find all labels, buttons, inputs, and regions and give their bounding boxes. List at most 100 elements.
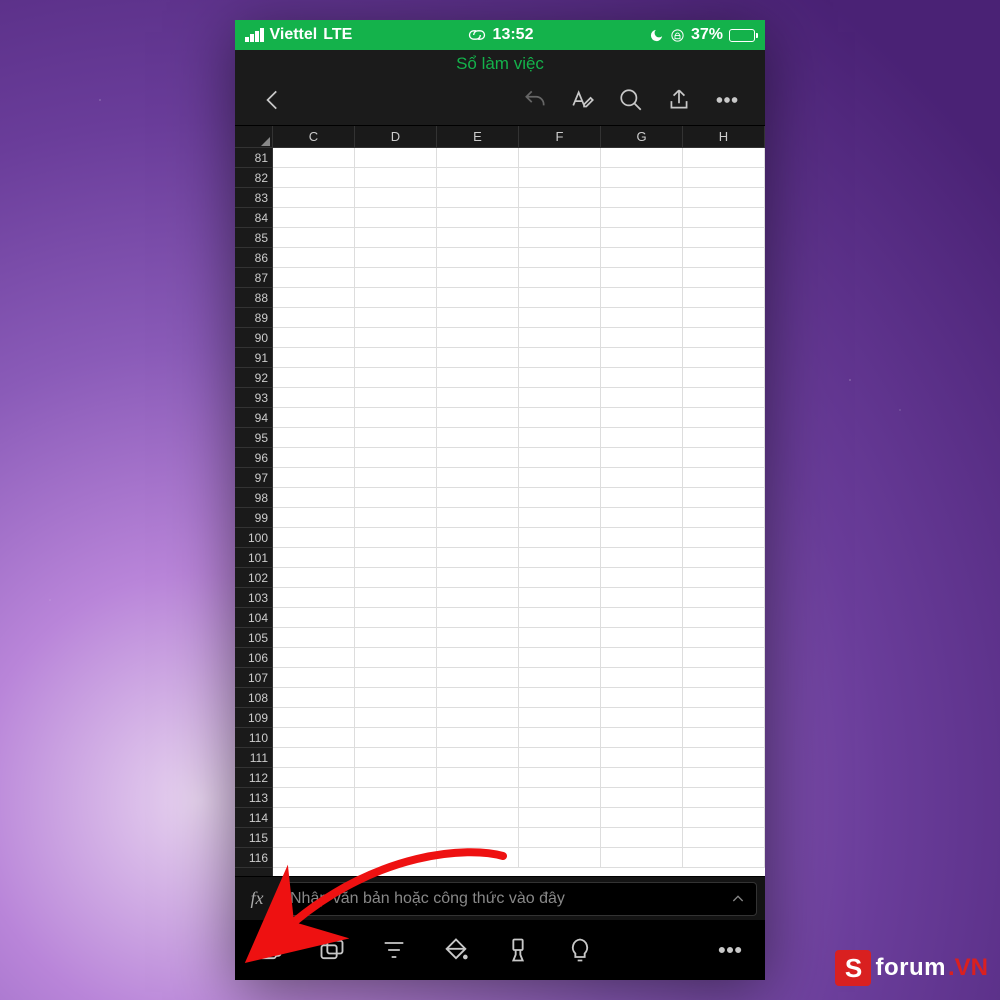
cell[interactable] [519,328,601,348]
row-header[interactable]: 101 [235,548,272,568]
cell[interactable] [355,708,437,728]
col-header-H[interactable]: H [683,126,765,148]
cell[interactable] [519,728,601,748]
cell[interactable] [355,808,437,828]
cell[interactable] [355,308,437,328]
row-header[interactable]: 83 [235,188,272,208]
cell[interactable] [683,648,765,668]
cell[interactable] [683,368,765,388]
cell[interactable] [273,148,355,168]
ideas-button[interactable] [551,926,609,974]
cell[interactable] [683,548,765,568]
cell[interactable] [601,548,683,568]
cell[interactable] [519,648,601,668]
row-header[interactable]: 82 [235,168,272,188]
cell[interactable] [519,588,601,608]
row-header[interactable]: 115 [235,828,272,848]
document-title[interactable]: Sổ làm việc [235,50,765,74]
row-header[interactable]: 116 [235,848,272,868]
share-button[interactable] [655,76,703,124]
cell[interactable] [519,448,601,468]
cell[interactable] [683,568,765,588]
cell[interactable] [601,668,683,688]
cell[interactable] [437,748,519,768]
row-header[interactable]: 107 [235,668,272,688]
cell[interactable] [437,168,519,188]
cell[interactable] [683,588,765,608]
cell[interactable] [355,828,437,848]
cell[interactable] [437,548,519,568]
cell[interactable] [273,188,355,208]
row-header[interactable]: 113 [235,788,272,808]
cell[interactable] [519,748,601,768]
row-header[interactable]: 112 [235,768,272,788]
cell[interactable] [273,688,355,708]
cell[interactable] [273,208,355,228]
cell[interactable] [437,528,519,548]
cell[interactable] [355,628,437,648]
cell[interactable] [683,248,765,268]
cell[interactable] [683,668,765,688]
col-header-F[interactable]: F [519,126,601,148]
cell[interactable] [273,808,355,828]
cell[interactable] [437,208,519,228]
cell[interactable] [355,608,437,628]
cell[interactable] [355,728,437,748]
cell[interactable] [601,608,683,628]
cell[interactable] [519,308,601,328]
cell[interactable] [683,748,765,768]
cell[interactable] [519,608,601,628]
cell[interactable] [437,828,519,848]
cell[interactable] [601,328,683,348]
row-header[interactable]: 93 [235,388,272,408]
cell[interactable] [683,228,765,248]
row-header[interactable]: 85 [235,228,272,248]
row-header[interactable]: 81 [235,148,272,168]
cell[interactable] [437,408,519,428]
cell[interactable] [437,368,519,388]
format-button[interactable] [489,926,547,974]
cell[interactable] [519,848,601,868]
cell[interactable] [273,448,355,468]
cell[interactable] [355,368,437,388]
cell[interactable] [683,508,765,528]
formula-input[interactable]: Nhập văn bản hoặc công thức vào đây [279,882,757,916]
cell[interactable] [355,768,437,788]
cell[interactable] [519,428,601,448]
cell[interactable] [273,588,355,608]
cell[interactable] [273,388,355,408]
cell[interactable] [601,248,683,268]
cell[interactable] [273,848,355,868]
cell[interactable] [437,448,519,468]
cell[interactable] [437,848,519,868]
cell[interactable] [683,168,765,188]
cell[interactable] [601,388,683,408]
cell[interactable] [601,688,683,708]
cell[interactable] [519,568,601,588]
cell[interactable] [273,528,355,548]
cell[interactable] [601,188,683,208]
cell[interactable] [519,188,601,208]
row-header[interactable]: 90 [235,328,272,348]
col-header-C[interactable]: C [273,126,355,148]
cell[interactable] [273,728,355,748]
cell[interactable] [519,388,601,408]
cell[interactable] [437,508,519,528]
cell[interactable] [273,508,355,528]
cell[interactable] [437,728,519,748]
cell[interactable] [355,488,437,508]
cell[interactable] [519,228,601,248]
col-header-E[interactable]: E [437,126,519,148]
cell[interactable] [437,228,519,248]
col-header-D[interactable]: D [355,126,437,148]
cell[interactable] [683,848,765,868]
col-header-G[interactable]: G [601,126,683,148]
cell[interactable] [683,328,765,348]
cell[interactable] [601,708,683,728]
cell[interactable] [519,468,601,488]
row-header[interactable]: 87 [235,268,272,288]
cell[interactable] [601,288,683,308]
fx-label[interactable]: fx [243,888,271,909]
cell[interactable] [273,288,355,308]
cell[interactable] [355,468,437,488]
